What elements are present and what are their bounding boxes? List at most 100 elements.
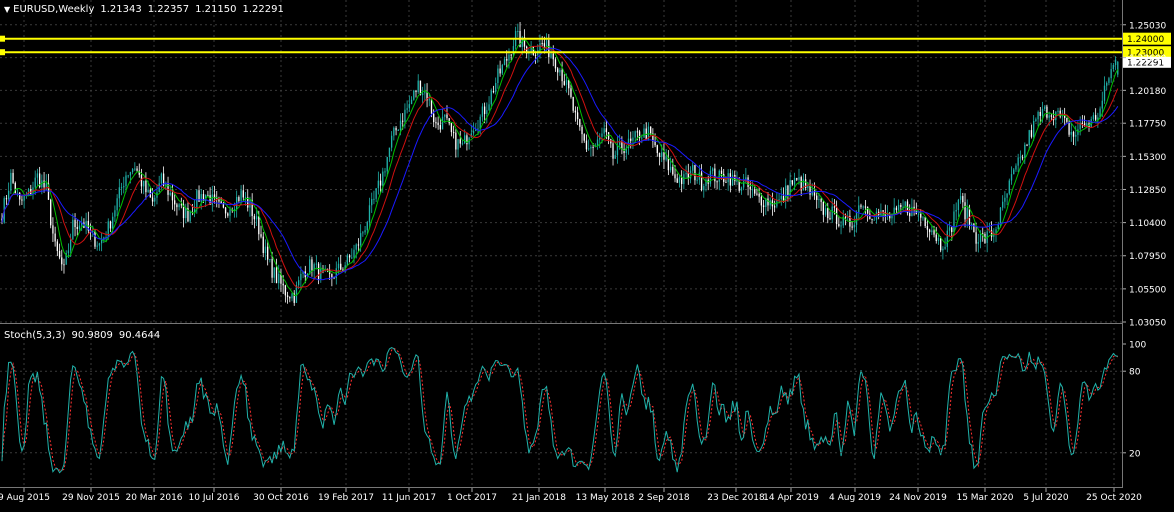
candle-body	[406, 108, 408, 110]
candle-body	[736, 180, 738, 182]
candle-body	[450, 123, 453, 133]
candle-body	[189, 211, 191, 222]
candle-body	[131, 169, 134, 173]
candle-body	[275, 267, 278, 284]
candle-body	[424, 92, 426, 94]
candle-body	[78, 225, 81, 229]
candle-body	[112, 216, 114, 229]
candle-body	[603, 128, 605, 134]
candle-body	[674, 174, 676, 179]
candle-body	[703, 185, 705, 191]
candle-body	[497, 68, 499, 84]
candle-body	[940, 237, 942, 251]
candle-body	[289, 297, 291, 299]
candle-body	[52, 225, 54, 234]
candle-body	[56, 241, 59, 251]
candle-body	[751, 189, 754, 191]
candle-body	[63, 264, 65, 266]
candle-body	[129, 172, 132, 176]
candle-body	[69, 239, 72, 251]
candle-body	[388, 147, 391, 158]
candle-body	[286, 295, 289, 298]
collapse-arrow-icon[interactable]: ▼	[4, 5, 10, 14]
candle-body	[672, 166, 674, 175]
candle-body	[1070, 132, 1072, 135]
time-tick-label: 30 Oct 2016	[253, 493, 309, 503]
candle-body	[227, 213, 229, 216]
candle-body	[348, 255, 351, 258]
candle-body	[791, 180, 794, 185]
candle-body	[224, 207, 227, 214]
candle-body	[818, 199, 820, 201]
candle-body	[574, 110, 577, 113]
candle-body	[375, 188, 377, 199]
candle-body	[824, 208, 827, 215]
candle-body	[641, 137, 643, 139]
candle-body	[1075, 134, 1077, 137]
candle-body	[1046, 106, 1048, 118]
candle-body	[649, 126, 652, 134]
candle-body	[545, 40, 548, 47]
candle-body	[238, 197, 240, 201]
time-tick-label: 9 Aug 2015	[0, 493, 50, 503]
candle-body	[433, 113, 435, 123]
candle-body	[12, 172, 14, 183]
candle-body	[725, 181, 727, 183]
time-tick-label: 4 Aug 2019	[829, 493, 881, 503]
candle-body	[773, 206, 776, 208]
candle-body	[630, 138, 632, 141]
candle-body	[676, 178, 678, 183]
candle-body	[605, 128, 608, 133]
candle-body	[663, 152, 665, 160]
main-chart-header: ▼ EURUSD,Weekly 1.21343 1.22357 1.21150 1.222…	[4, 4, 284, 15]
candle-body	[561, 69, 563, 82]
candle-body	[446, 114, 448, 119]
candle-body	[58, 250, 61, 258]
candle-body	[570, 88, 572, 97]
candle-body	[495, 83, 497, 93]
candle-body	[295, 285, 298, 303]
candle-body	[953, 211, 955, 233]
candle-body	[1057, 110, 1059, 112]
candle-body	[483, 106, 486, 115]
candle-body	[134, 168, 136, 170]
candle-body	[151, 197, 154, 202]
candle-body	[43, 180, 45, 188]
candle-body	[1002, 201, 1004, 208]
candle-body	[229, 209, 231, 216]
candle-body	[510, 54, 512, 56]
time-tick-label: 29 Nov 2015	[62, 493, 120, 503]
candle-body	[264, 246, 267, 253]
candle-body	[632, 137, 634, 141]
candle-body	[711, 168, 714, 171]
candle-body	[1110, 69, 1112, 79]
level-handle[interactable]	[0, 35, 5, 42]
candle-body	[428, 99, 430, 101]
time-tick-label: 19 Feb 2017	[318, 493, 374, 503]
candle-body	[658, 153, 661, 157]
candle-body	[278, 273, 280, 284]
candle-body	[966, 207, 968, 220]
open-value: 1.21343	[100, 4, 142, 15]
candle-body	[315, 263, 318, 265]
time-tick-label: 21 Jan 2018	[512, 493, 566, 503]
time-tick-label: 10 Jul 2016	[189, 493, 240, 503]
low-value: 1.21150	[195, 4, 237, 15]
candle-body	[366, 222, 368, 231]
candle-body	[1117, 61, 1119, 75]
candle-body	[957, 199, 960, 211]
candle-body	[583, 134, 585, 141]
candle-body	[762, 205, 765, 207]
candle-body	[1068, 121, 1070, 135]
chart-window[interactable]: 1.24000 1.23000 1.22291 1.25030 1.22600 1.20…	[0, 0, 1174, 508]
candle-body	[10, 172, 12, 191]
chart-canvas[interactable]: 1.240001.230001.22291 1.250301.226001.20…	[0, 0, 1174, 508]
candle-body	[457, 139, 459, 150]
candle-body	[118, 187, 120, 199]
candle-body	[596, 139, 599, 146]
candle-body	[351, 257, 353, 259]
candle-body	[858, 205, 860, 213]
candle-body	[937, 237, 940, 241]
level-handle[interactable]	[0, 49, 5, 56]
candle-body	[585, 140, 588, 150]
